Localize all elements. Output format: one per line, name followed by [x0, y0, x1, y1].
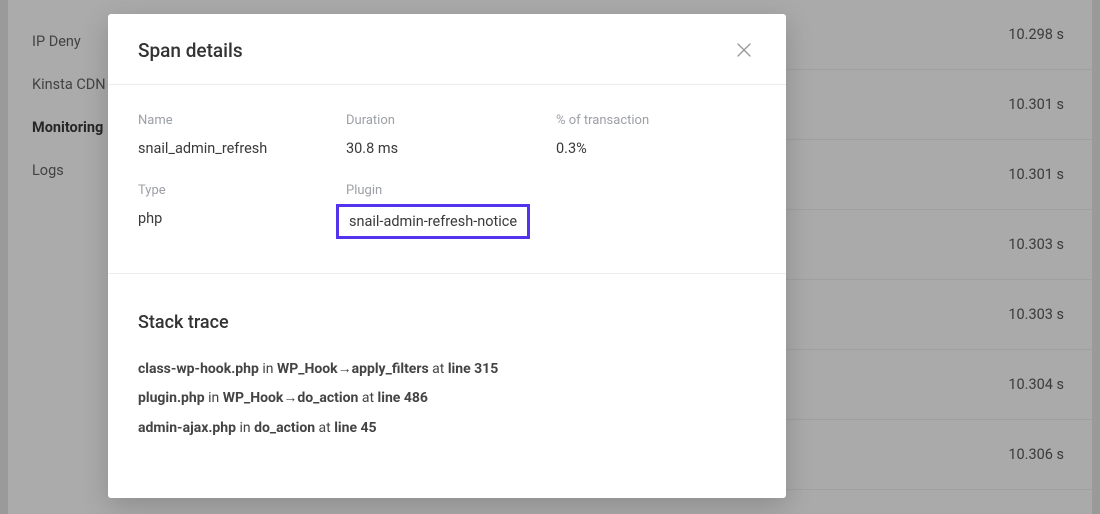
value-type: php [138, 210, 346, 245]
close-button[interactable] [732, 38, 756, 62]
modal-body: Name Duration % of transaction snail_adm… [108, 85, 786, 473]
label-name: Name [138, 113, 346, 136]
stack-fn: WP_Hook→apply_filters [277, 361, 429, 377]
label-duration: Duration [346, 113, 556, 136]
stack-file: admin-ajax.php [138, 420, 236, 436]
label-plugin: Plugin [346, 167, 556, 206]
value-plugin: snail-admin-refresh-notice [336, 204, 530, 239]
stack-fn: WP_Hook→do_action [223, 390, 359, 406]
label-pct: % of transaction [556, 113, 756, 136]
stack-line: plugin.php in WP_Hook→do_action at line … [138, 384, 756, 413]
stack-trace-title: Stack trace [138, 312, 756, 333]
span-details-modal: Span details Name Duration % of transact… [108, 14, 786, 498]
divider [108, 273, 786, 274]
stack-line-no: line 45 [334, 420, 376, 436]
stack-file: plugin.php [138, 390, 205, 406]
value-plugin-wrap: snail-admin-refresh-notice [346, 210, 556, 245]
stack-line-no: line 486 [378, 390, 428, 406]
value-pct: 0.3% [556, 140, 756, 163]
stack-line-no: line 315 [448, 361, 498, 377]
value-duration: 30.8 ms [346, 140, 556, 163]
details-grid: Name Duration % of transaction snail_adm… [138, 113, 756, 245]
stack-file: class-wp-hook.php [138, 361, 259, 377]
label-type: Type [138, 167, 346, 206]
stack-line: class-wp-hook.php in WP_Hook→apply_filte… [138, 355, 756, 384]
modal-header: Span details [108, 14, 786, 85]
modal-title: Span details [138, 39, 243, 62]
stack-fn: do_action [254, 420, 315, 436]
value-name: snail_admin_refresh [138, 140, 346, 163]
stack-line: admin-ajax.php in do_action at line 45 [138, 414, 756, 443]
close-icon [737, 43, 751, 57]
